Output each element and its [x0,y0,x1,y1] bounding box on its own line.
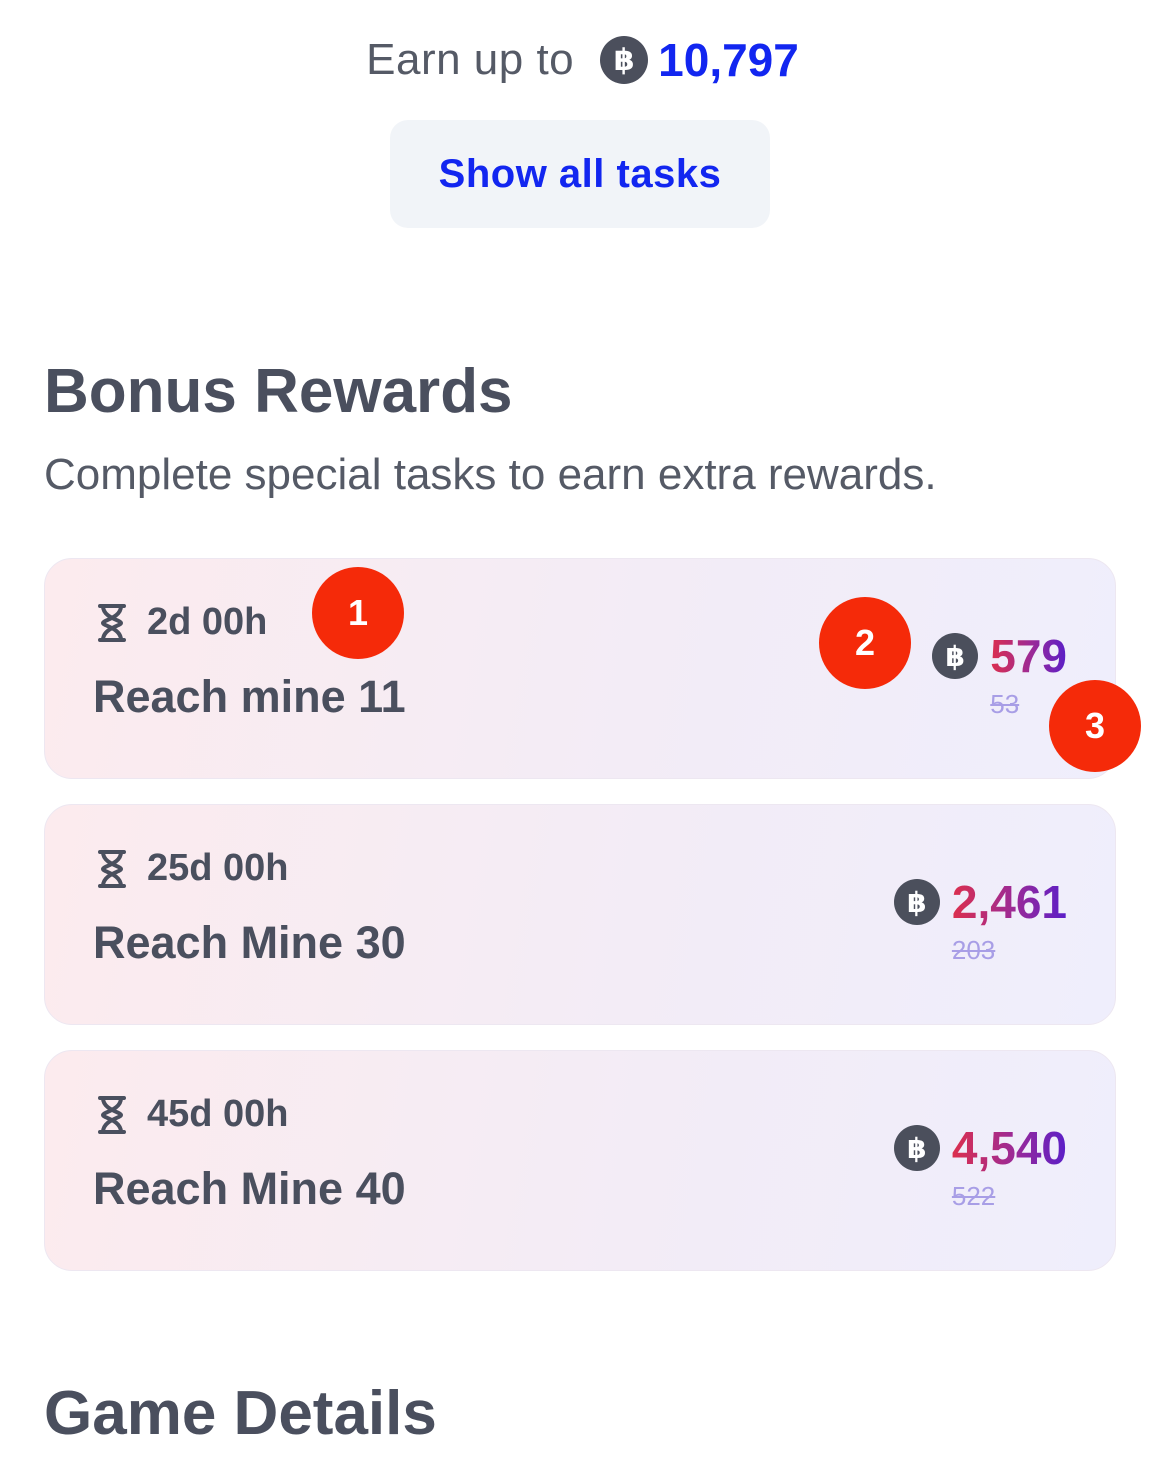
bonus-rewards-title: Bonus Rewards [44,357,513,426]
task-timer: 2d 00h [95,601,267,644]
page: Earn up to ฿ 10,797 Show all tasks Bonus… [0,0,1165,1467]
task-name: Reach mine 11 [93,671,406,722]
coin-icon: ฿ [893,879,940,925]
bonus-task-card[interactable]: 2d 00h Reach mine 11 ฿ 579 53 [44,558,1116,779]
earn-label: Earn up to [366,35,575,84]
reward-value: 2,461 [951,876,1067,928]
coin-icon: ฿ [932,633,979,679]
bonus-task-card[interactable]: 25d 00h Reach Mine 30 ฿ 2,461 203 [44,804,1116,1025]
hourglass-icon [98,1095,126,1134]
task-timer: 25d 00h [95,847,289,890]
reward-old-value: 522 [951,1181,996,1211]
task-timer-text: 2d 00h [147,601,268,643]
bonus-rewards-subtitle: Complete special tasks to earn extra rew… [44,450,937,499]
task-name: Reach Mine 30 [93,917,406,968]
task-name: Reach Mine 40 [93,1163,406,1214]
reward-old-value: 53 [990,689,1020,719]
hourglass-icon [98,849,126,888]
reward-old-value: 203 [951,935,996,965]
task-timer-text: 45d 00h [147,1093,289,1135]
earn-summary: Earn up to ฿ 10,797 [0,30,1165,90]
coin-icon: ฿ [893,1125,940,1171]
bonus-task-card[interactable]: 45d 00h Reach Mine 40 ฿ 4,540 522 [44,1050,1116,1271]
coin-icon: ฿ [600,36,649,84]
reward-value: 4,540 [951,1122,1067,1174]
task-reward: ฿ 4,540 522 [893,1121,1067,1212]
annotation-marker-1: 1 [312,567,404,659]
earn-total-value: 10,797 [658,34,799,86]
show-all-tasks-button[interactable]: Show all tasks [390,120,770,228]
annotation-marker-3: 3 [1049,680,1141,772]
game-details-title: Game Details [44,1379,437,1448]
hourglass-icon [98,603,126,642]
task-timer-text: 25d 00h [147,847,289,889]
annotation-marker-2: 2 [819,597,911,689]
reward-value: 579 [990,630,1067,682]
task-reward: ฿ 2,461 203 [893,875,1067,966]
task-reward: ฿ 579 53 [932,629,1067,720]
task-timer: 45d 00h [95,1093,289,1136]
